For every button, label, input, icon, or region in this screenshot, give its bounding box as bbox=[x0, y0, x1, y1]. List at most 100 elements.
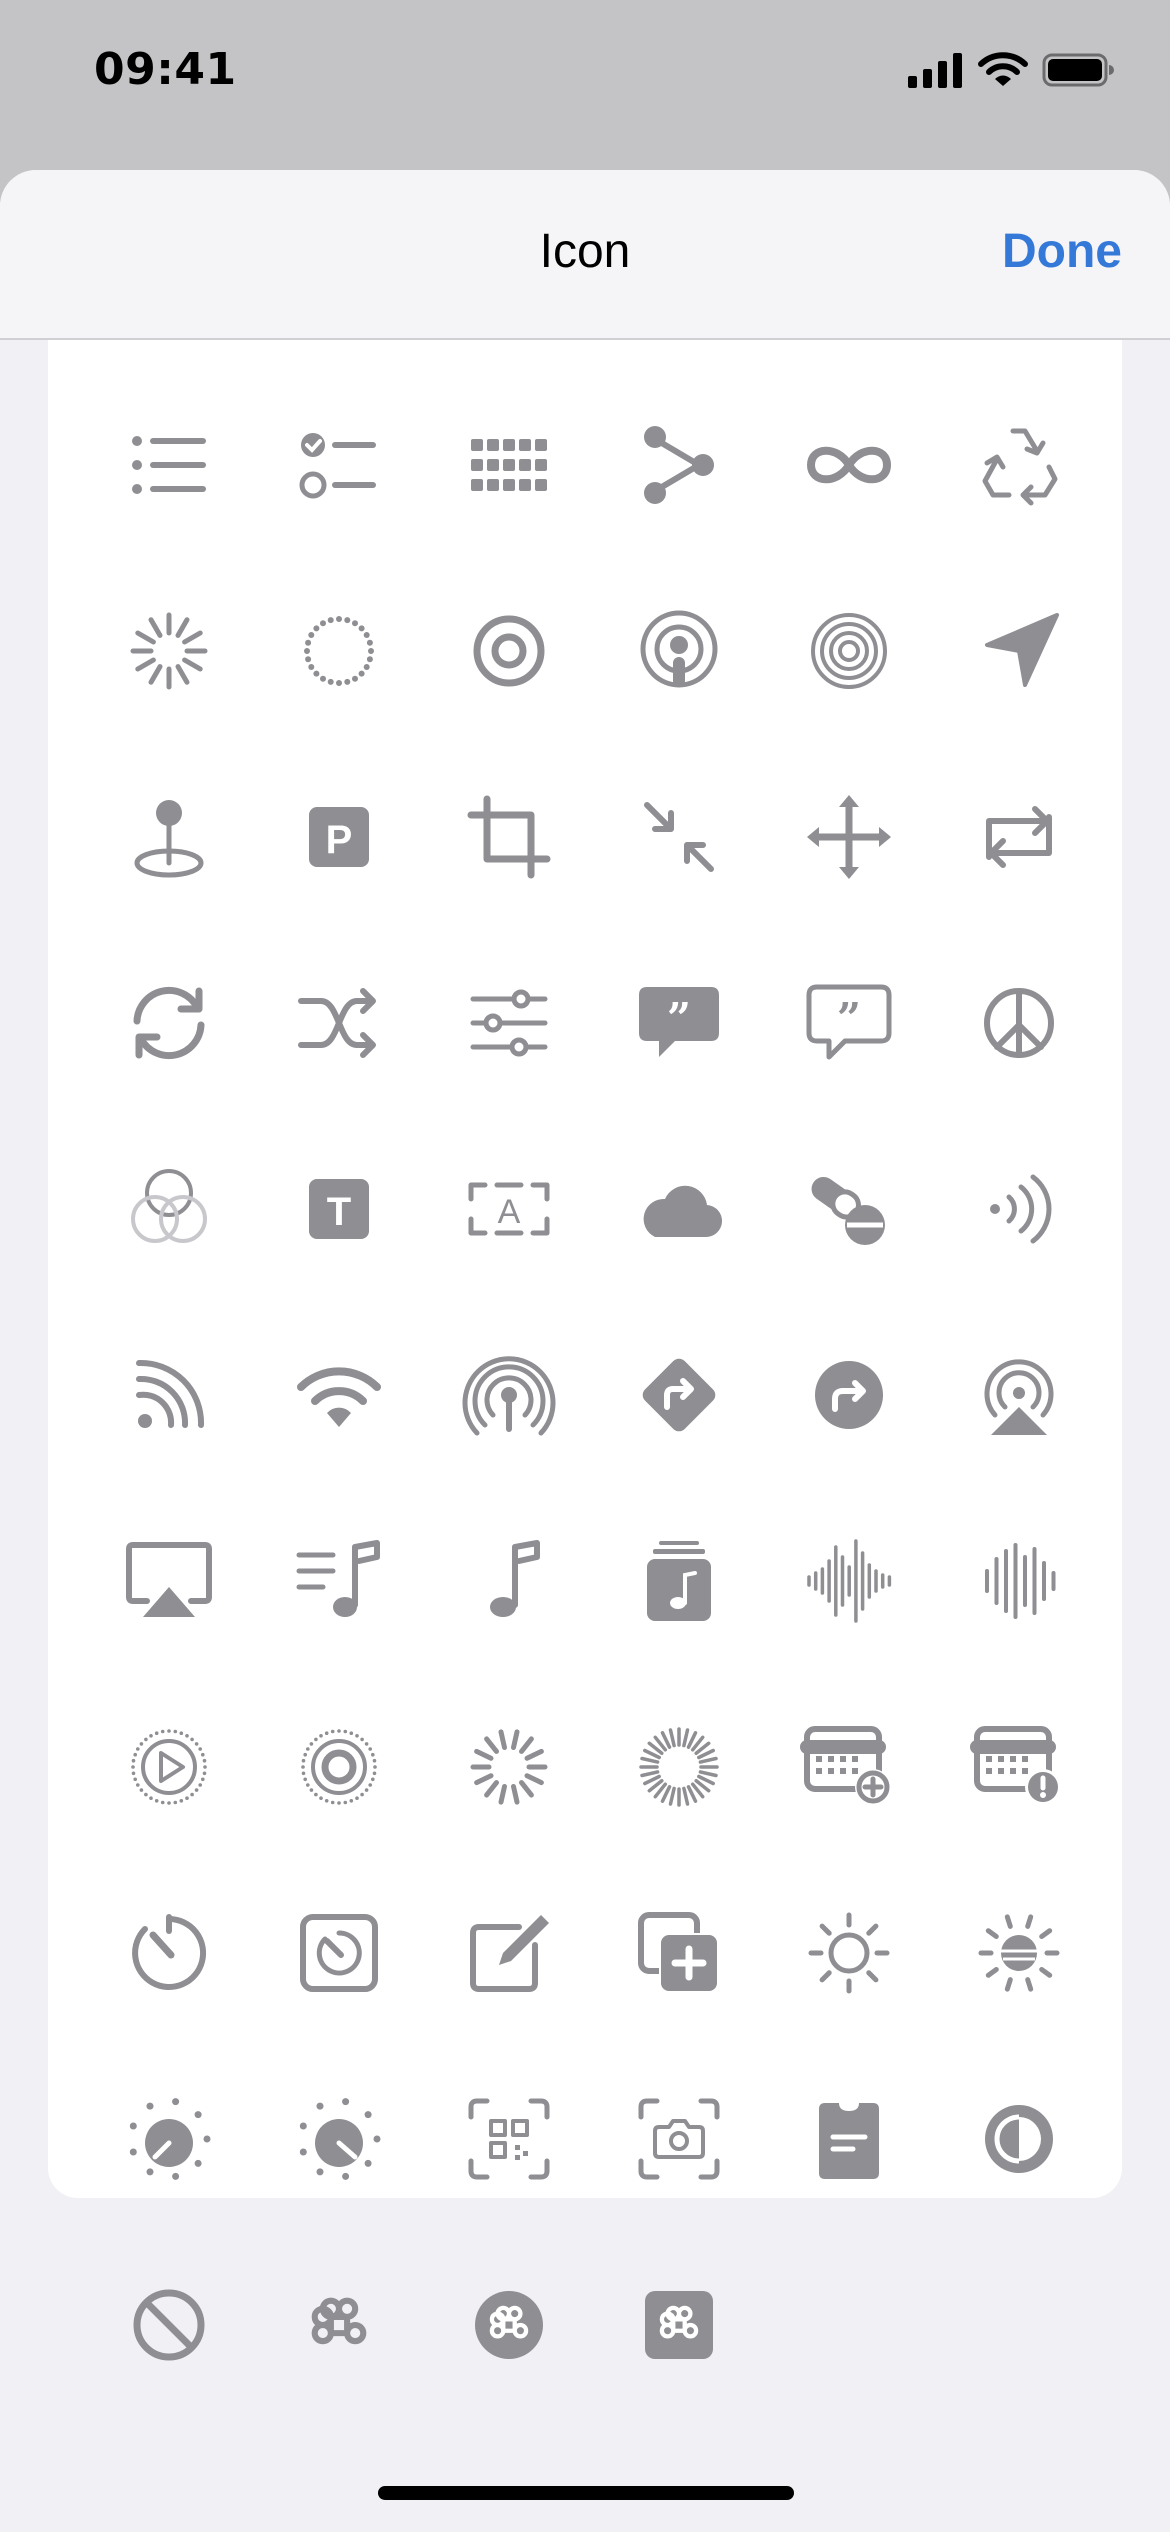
icon-picker-sheet: Icon Done P ” ” T A bbox=[0, 170, 1170, 2532]
icon-option[interactable] bbox=[764, 1860, 934, 2046]
icon-option[interactable] bbox=[84, 2046, 254, 2232]
sun-moon-icon bbox=[808, 1912, 890, 1994]
icon-option[interactable] bbox=[84, 1116, 254, 1302]
icon-option[interactable] bbox=[424, 558, 594, 744]
icon-option[interactable]: P bbox=[254, 744, 424, 930]
icon-option[interactable] bbox=[934, 1302, 1104, 1488]
feed-icon bbox=[136, 1359, 205, 1428]
icon-option[interactable] bbox=[254, 2232, 424, 2418]
icon-option[interactable] bbox=[84, 1302, 254, 1488]
icon-option[interactable] bbox=[254, 930, 424, 1116]
icon-option[interactable] bbox=[934, 744, 1104, 930]
icon-option[interactable] bbox=[764, 744, 934, 930]
loading-spinner-icon bbox=[470, 1729, 548, 1805]
icon-option[interactable] bbox=[84, 372, 254, 558]
icon-option[interactable] bbox=[424, 2046, 594, 2232]
icon-option[interactable] bbox=[594, 2232, 764, 2418]
icon-option[interactable] bbox=[254, 1302, 424, 1488]
icon-option[interactable] bbox=[254, 558, 424, 744]
camera-scan-icon bbox=[638, 2098, 720, 2180]
icon-option[interactable] bbox=[934, 2046, 1104, 2232]
dial-high-icon bbox=[299, 2098, 381, 2180]
icon-option[interactable] bbox=[594, 1488, 764, 1674]
rays-icon bbox=[130, 612, 208, 690]
icon-option[interactable] bbox=[934, 372, 1104, 558]
wifi-status-icon bbox=[978, 52, 1028, 86]
icon-option[interactable]: T bbox=[254, 1116, 424, 1302]
diamond-arrow-icon bbox=[642, 1358, 716, 1432]
icon-option[interactable] bbox=[594, 2046, 764, 2232]
icon-option[interactable] bbox=[84, 1860, 254, 2046]
icon-option[interactable] bbox=[764, 558, 934, 744]
icon-option[interactable]: ” bbox=[594, 930, 764, 1116]
icon-option[interactable] bbox=[934, 930, 1104, 1116]
icon-option[interactable] bbox=[934, 1488, 1104, 1674]
icon-option[interactable] bbox=[424, 2232, 594, 2418]
icon-grid-card: P ” ” T A bbox=[48, 340, 1122, 2361]
airplay-audio-icon bbox=[984, 1359, 1054, 1435]
command-icon bbox=[311, 2297, 367, 2345]
grid-dots-icon bbox=[471, 439, 547, 491]
color-circles-icon bbox=[131, 1169, 207, 1243]
icon-option[interactable] bbox=[424, 1674, 594, 1860]
icon-option[interactable] bbox=[594, 1302, 764, 1488]
icon-option[interactable] bbox=[84, 744, 254, 930]
music-list-icon bbox=[296, 1540, 380, 1617]
svg-text:”: ” bbox=[667, 994, 691, 1043]
done-button[interactable]: Done bbox=[1002, 224, 1122, 279]
icon-option[interactable] bbox=[934, 558, 1104, 744]
icon-option[interactable] bbox=[594, 558, 764, 744]
icon-option[interactable] bbox=[594, 744, 764, 930]
circle-arrow-icon bbox=[815, 1361, 883, 1429]
icon-option[interactable] bbox=[424, 1488, 594, 1674]
icon-option[interactable] bbox=[764, 1488, 934, 1674]
infinity-icon bbox=[807, 446, 891, 484]
icon-option[interactable] bbox=[84, 1674, 254, 1860]
icon-option[interactable] bbox=[764, 1302, 934, 1488]
sliders-icon bbox=[470, 989, 548, 1057]
icon-option[interactable] bbox=[424, 1302, 594, 1488]
calendar-add-icon bbox=[800, 1726, 891, 1805]
copy-add-icon bbox=[638, 1912, 719, 1993]
loading-spinner-dense-icon bbox=[639, 1727, 719, 1807]
icon-option[interactable] bbox=[764, 1674, 934, 1860]
icon-option[interactable] bbox=[594, 1674, 764, 1860]
repeat-icon bbox=[986, 806, 1052, 868]
icon-option[interactable] bbox=[764, 372, 934, 558]
icon-option[interactable] bbox=[84, 930, 254, 1116]
play-dotted-circle-icon bbox=[131, 1729, 207, 1805]
icon-option[interactable] bbox=[424, 1860, 594, 2046]
icon-option[interactable] bbox=[934, 1860, 1104, 2046]
icon-option[interactable] bbox=[594, 1860, 764, 2046]
airplay-video-icon bbox=[126, 1542, 212, 1617]
icon-option[interactable] bbox=[424, 744, 594, 930]
sun-horizon-icon bbox=[978, 1914, 1060, 1992]
icon-option[interactable]: ” bbox=[764, 930, 934, 1116]
icon-option[interactable] bbox=[764, 2046, 934, 2232]
icon-option[interactable] bbox=[84, 558, 254, 744]
icon-option[interactable]: A bbox=[424, 1116, 594, 1302]
target-icon bbox=[473, 615, 545, 687]
waveform-icon bbox=[807, 1539, 892, 1623]
icon-option[interactable] bbox=[254, 1674, 424, 1860]
icon-option[interactable] bbox=[934, 1674, 1104, 1860]
icon-option[interactable] bbox=[764, 1116, 934, 1302]
prohibited-icon bbox=[133, 2289, 205, 2361]
dial-low-icon bbox=[129, 2098, 211, 2180]
icon-option[interactable] bbox=[424, 930, 594, 1116]
crop-icon bbox=[467, 795, 551, 879]
timer-square-icon bbox=[300, 1914, 378, 1992]
icon-option[interactable] bbox=[84, 1488, 254, 1674]
quote-bubble-filled-icon: ” bbox=[639, 987, 719, 1057]
icon-option[interactable] bbox=[594, 372, 764, 558]
icon-option[interactable] bbox=[254, 2046, 424, 2232]
icon-option[interactable] bbox=[254, 372, 424, 558]
icon-option[interactable] bbox=[84, 2232, 254, 2418]
icon-option[interactable] bbox=[424, 372, 594, 558]
icon-option[interactable] bbox=[254, 1860, 424, 2046]
icon-option[interactable] bbox=[594, 1116, 764, 1302]
recycle-icon bbox=[982, 428, 1058, 506]
parking-sign-icon: P bbox=[309, 807, 369, 867]
icon-option[interactable] bbox=[254, 1488, 424, 1674]
icon-option[interactable] bbox=[934, 1116, 1104, 1302]
